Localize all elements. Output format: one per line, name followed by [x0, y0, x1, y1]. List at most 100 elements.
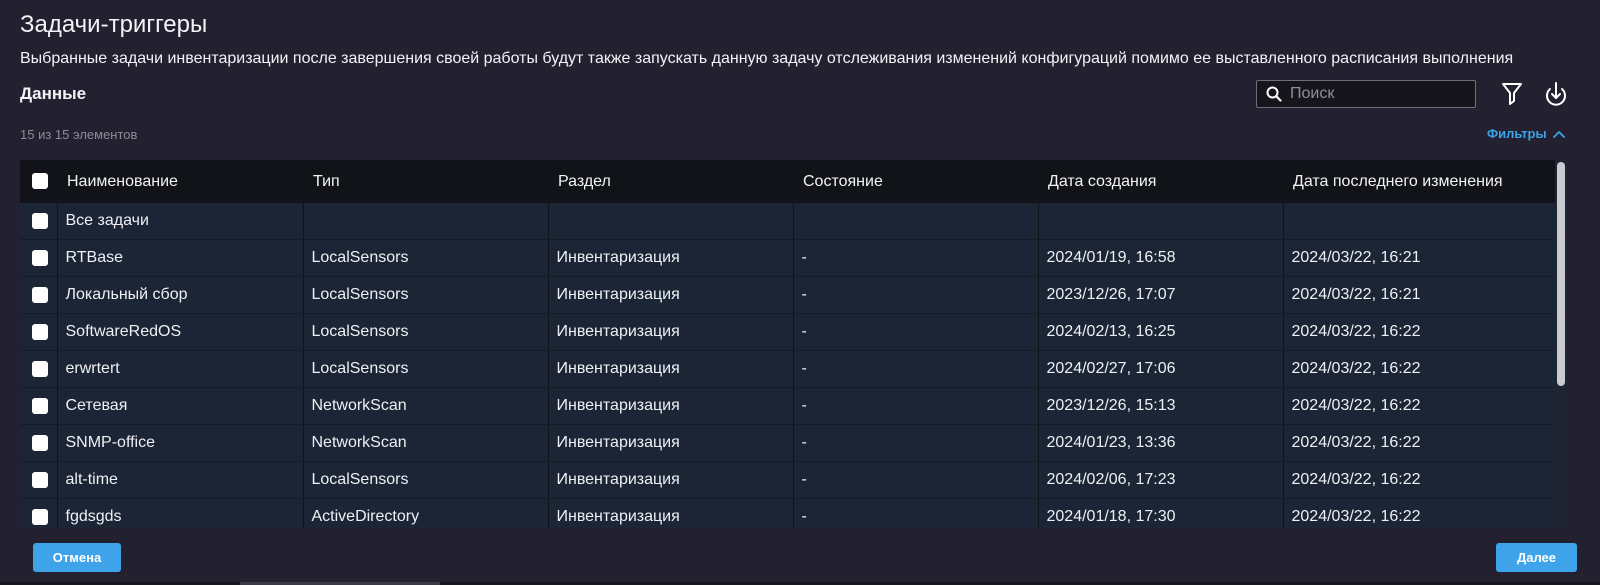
row-select-cell — [20, 461, 58, 499]
column-header-type[interactable]: Тип — [303, 160, 548, 203]
cell-modified: 2024/03/22, 16:22 — [1283, 461, 1569, 499]
cell-created: 2024/02/06, 17:23 — [1038, 461, 1284, 499]
cell-name: erwrtert — [57, 350, 304, 388]
row-checkbox[interactable] — [32, 508, 48, 525]
select-all-checkbox[interactable] — [32, 173, 48, 190]
column-header-created[interactable]: Дата создания — [1038, 160, 1283, 203]
cell-state: - — [793, 424, 1039, 462]
row-select-cell — [20, 424, 58, 462]
row-select-cell — [20, 276, 58, 314]
filter-icon — [1502, 83, 1522, 105]
filters-toggle[interactable]: Фильтры — [1487, 125, 1565, 143]
filters-label: Фильтры — [1487, 126, 1547, 141]
row-select-cell — [20, 350, 58, 388]
row-select-cell — [20, 239, 58, 277]
search-input[interactable] — [1290, 85, 1497, 103]
cell-type: LocalSensors — [303, 239, 549, 277]
chevron-up-icon — [1552, 131, 1565, 138]
filter-button[interactable] — [1496, 78, 1528, 110]
cell-modified: 2024/03/22, 16:22 — [1283, 424, 1569, 462]
row-select-cell — [20, 313, 58, 351]
cell-state: - — [793, 239, 1039, 277]
table-scrollbar-thumb[interactable] — [1557, 162, 1565, 386]
cell-type: LocalSensors — [303, 350, 549, 388]
row-checkbox[interactable] — [32, 286, 48, 303]
cell-modified: 2024/03/22, 16:22 — [1283, 313, 1569, 351]
cell-state: - — [793, 350, 1039, 388]
cancel-button[interactable]: Отмена — [33, 543, 121, 572]
tasks-table-container: Наименование Тип Раздел Состояние Дата с… — [20, 160, 1569, 528]
cell-modified — [1283, 203, 1569, 240]
cell-modified: 2024/03/22, 16:21 — [1283, 276, 1569, 314]
items-counter: 15 из 15 элементов — [20, 127, 138, 142]
cell-section: Инвентаризация — [548, 498, 794, 528]
table-row[interactable]: SoftwareRedOS LocalSensors Инвентаризаци… — [20, 313, 1569, 351]
row-checkbox[interactable] — [32, 434, 48, 451]
cell-created: 2024/02/13, 16:25 — [1038, 313, 1284, 351]
table-row[interactable]: Сетевая NetworkScan Инвентаризация - 202… — [20, 387, 1569, 425]
next-button[interactable]: Далее — [1496, 543, 1577, 572]
download-icon — [1546, 82, 1566, 106]
row-checkbox[interactable] — [32, 397, 48, 414]
task-triggers-dialog: Задачи-триггеры Выбранные задачи инвента… — [0, 0, 1600, 585]
cell-created: 2024/01/23, 13:36 — [1038, 424, 1284, 462]
cell-modified: 2024/03/22, 16:22 — [1283, 387, 1569, 425]
cell-name: SNMP-office — [57, 424, 304, 462]
cell-type — [303, 203, 549, 240]
cell-section: Инвентаризация — [548, 424, 794, 462]
cell-name: RTBase — [57, 239, 304, 277]
row-checkbox[interactable] — [32, 323, 48, 340]
cell-state: - — [793, 461, 1039, 499]
cell-state: - — [793, 313, 1039, 351]
table-row[interactable]: Локальный сбор LocalSensors Инвентаризац… — [20, 276, 1569, 314]
cell-created: 2023/12/26, 15:13 — [1038, 387, 1284, 425]
cell-name: Локальный сбор — [57, 276, 304, 314]
column-header-name[interactable]: Наименование — [57, 160, 303, 203]
table-row[interactable]: Все задачи — [20, 203, 1569, 240]
column-header-section[interactable]: Раздел — [548, 160, 793, 203]
table-row[interactable]: alt-time LocalSensors Инвентаризация - 2… — [20, 461, 1569, 499]
cell-type: LocalSensors — [303, 461, 549, 499]
cell-section: Инвентаризация — [548, 461, 794, 499]
cell-name: Все задачи — [57, 203, 304, 240]
cell-state: - — [793, 276, 1039, 314]
cell-name: alt-time — [57, 461, 304, 499]
cell-section — [548, 203, 794, 240]
section-title: Данные — [20, 84, 87, 103]
cell-section: Инвентаризация — [548, 387, 794, 425]
cell-type: LocalSensors — [303, 313, 549, 351]
cell-name: fgdsgds — [57, 498, 304, 528]
cell-section: Инвентаризация — [548, 350, 794, 388]
column-header-state[interactable]: Состояние — [793, 160, 1038, 203]
row-checkbox[interactable] — [32, 249, 48, 266]
cell-section: Инвентаризация — [548, 239, 794, 277]
cell-type: ActiveDirectory — [303, 498, 549, 528]
row-select-cell — [20, 387, 58, 425]
row-checkbox[interactable] — [32, 471, 48, 488]
cell-type: NetworkScan — [303, 387, 549, 425]
cell-state: - — [793, 387, 1039, 425]
cell-created: 2024/01/19, 16:58 — [1038, 239, 1284, 277]
cell-created: 2024/02/27, 17:06 — [1038, 350, 1284, 388]
column-header-modified[interactable]: Дата последнего изменения — [1283, 160, 1569, 203]
table-row[interactable]: RTBase LocalSensors Инвентаризация - 202… — [20, 239, 1569, 277]
select-all-header — [20, 160, 57, 203]
cell-state — [793, 203, 1039, 240]
cell-modified: 2024/03/22, 16:22 — [1283, 350, 1569, 388]
dialog-description: Выбранные задачи инвентаризации после за… — [20, 50, 1514, 67]
cell-name: SoftwareRedOS — [57, 313, 304, 351]
cell-modified: 2024/03/22, 16:21 — [1283, 239, 1569, 277]
cell-modified: 2024/03/22, 16:22 — [1283, 498, 1569, 528]
table-row[interactable]: SNMP-office NetworkScan Инвентаризация -… — [20, 424, 1569, 462]
table-row[interactable]: erwrtert LocalSensors Инвентаризация - 2… — [20, 350, 1569, 388]
row-checkbox[interactable] — [32, 360, 48, 377]
cell-section: Инвентаризация — [548, 276, 794, 314]
table-row[interactable]: fgdsgds ActiveDirectory Инвентаризация -… — [20, 498, 1569, 528]
export-button[interactable] — [1540, 78, 1572, 110]
cell-created: 2023/12/26, 17:07 — [1038, 276, 1284, 314]
dialog-title: Задачи-триггеры — [20, 11, 208, 38]
cell-type: LocalSensors — [303, 276, 549, 314]
row-select-cell — [20, 498, 58, 528]
row-checkbox[interactable] — [32, 212, 48, 229]
row-select-cell — [20, 203, 58, 240]
